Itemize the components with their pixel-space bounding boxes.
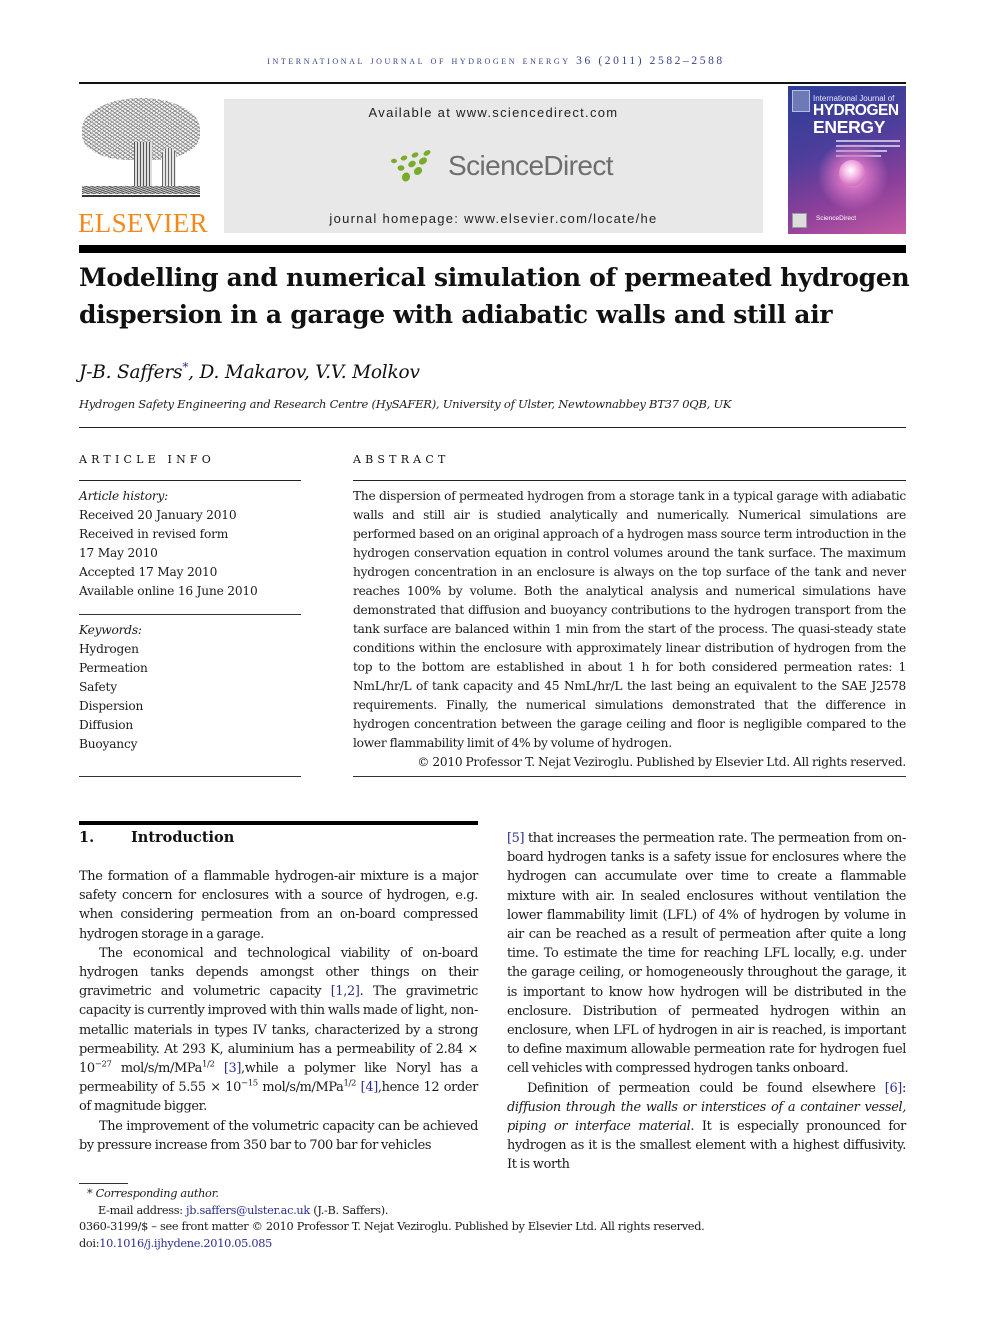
divider (353, 776, 906, 777)
section-title: Introduction (131, 829, 235, 846)
keyword: Dispersion (79, 699, 144, 713)
journal-cover[interactable]: International Journal of HYDROGEN ENERGY… (788, 86, 906, 234)
article-history: Article history: Received 20 January 201… (79, 487, 301, 601)
citation-link[interactable]: [1,2] (331, 984, 360, 999)
citation-link[interactable]: [5] (507, 831, 525, 846)
abstract-copyright: © 2010 Professor T. Nejat Veziroglu. Pub… (417, 755, 906, 769)
title-line: Modelling and numerical simulation of pe… (79, 263, 910, 292)
citation-link[interactable]: [4] (361, 1080, 379, 1095)
section-bar (79, 821, 478, 825)
cover-orb-icon (839, 160, 865, 186)
authors: J-B. Saffers*, D. Makarov, V.V. Molkov (79, 360, 420, 383)
elsevier-logo[interactable]: ELSEVIER (78, 92, 208, 238)
section-number: 1. (79, 829, 95, 846)
keyword: Safety (79, 680, 117, 694)
paragraph: The improvement of the volumetric capaci… (79, 1118, 478, 1153)
abstract-text: The dispersion of permeated hydrogen fro… (353, 489, 906, 750)
author-name: J-B. Saffers (79, 362, 183, 384)
email-note: E-mail address: jb.saffers@ulster.ac.uk … (98, 1203, 389, 1217)
title-line: dispersion in a garage with adiabatic wa… (79, 300, 833, 329)
divider (79, 480, 301, 481)
top-rule (79, 82, 906, 84)
keyword: Permeation (79, 661, 148, 675)
keyword: Buoyancy (79, 737, 138, 751)
section-heading-introduction: 1. Introduction (79, 829, 234, 846)
citation-link[interactable]: [6] (885, 1081, 903, 1096)
divider (79, 614, 301, 615)
keyword: Hydrogen (79, 642, 139, 656)
sciencedirect-logo[interactable]: ScienceDirect (390, 147, 614, 187)
history-item: Received in revised form (79, 527, 229, 541)
elsevier-wordmark: ELSEVIER (78, 208, 208, 238)
body-column-right: [5] that increases the permeation rate. … (507, 829, 906, 1175)
sciencedirect-dots-icon (391, 150, 431, 182)
divider (79, 776, 301, 777)
keyword: Diffusion (79, 718, 134, 732)
history-item: Available online 16 June 2010 (79, 584, 258, 598)
body-column-left: The formation of a flammable hydrogen-ai… (79, 867, 478, 1155)
elsevier-badge-icon (792, 90, 810, 112)
doi-note: doi:10.1016/j.ijhydene.2010.05.085 (79, 1236, 272, 1250)
abstract-heading: ABSTRACT (353, 453, 450, 466)
paragraph: Definition of permeation could be found … (507, 1080, 906, 1173)
cover-sciencedirect: ScienceDirect (816, 215, 857, 222)
header-bar (79, 245, 906, 253)
paragraph: [5] that increases the permeation rate. … (507, 831, 906, 1077)
citation-link[interactable]: [3] (224, 1061, 242, 1076)
paragraph: The formation of a flammable hydrogen-ai… (79, 869, 478, 942)
running-head: International Journal of Hydrogen Energy… (267, 55, 725, 67)
article-title: Modelling and numerical simulation of pe… (79, 259, 919, 333)
history-item: Received 20 January 2010 (79, 508, 237, 522)
corresponding-author-note: * Corresponding author. (87, 1187, 219, 1200)
front-matter-note: 0360-3199/$ – see front matter © 2010 Pr… (79, 1220, 705, 1233)
history-item: 17 May 2010 (79, 546, 158, 560)
available-at-link[interactable]: Available at www.sciencedirect.com (224, 105, 763, 120)
article-info-heading: ARTICLE INFO (79, 453, 215, 466)
footnote-rule (79, 1183, 128, 1184)
history-label: Article history: (79, 489, 169, 503)
hydrogen-society-badge-icon (792, 213, 807, 228)
author-names: , D. Makarov, V.V. Molkov (188, 362, 420, 384)
keywords-label: Keywords: (79, 623, 142, 637)
history-item: Accepted 17 May 2010 (79, 565, 218, 579)
affiliation: Hydrogen Safety Engineering and Research… (79, 397, 732, 411)
sciencedirect-banner: Available at www.sciencedirect.com Scien… (224, 99, 763, 233)
paragraph: The economical and technological viabili… (79, 945, 478, 1115)
journal-homepage-link[interactable]: journal homepage: www.elsevier.com/locat… (224, 211, 763, 226)
footnotes: * Corresponding author. E-mail address: … (79, 1186, 909, 1252)
divider (79, 427, 906, 428)
doi-link[interactable]: 10.1016/j.ijhydene.2010.05.085 (99, 1237, 272, 1250)
cover-title-hydrogen: HYDROGEN (813, 102, 899, 119)
elsevier-tree-icon (82, 98, 200, 198)
keywords: Keywords: Hydrogen Permeation Safety Dis… (79, 621, 301, 754)
email-link[interactable]: jb.saffers@ulster.ac.uk (186, 1204, 310, 1217)
abstract-body: The dispersion of permeated hydrogen fro… (353, 487, 906, 772)
divider (353, 480, 906, 481)
sciencedirect-wordmark: ScienceDirect (448, 150, 614, 181)
cover-title-energy: ENERGY (813, 117, 886, 137)
